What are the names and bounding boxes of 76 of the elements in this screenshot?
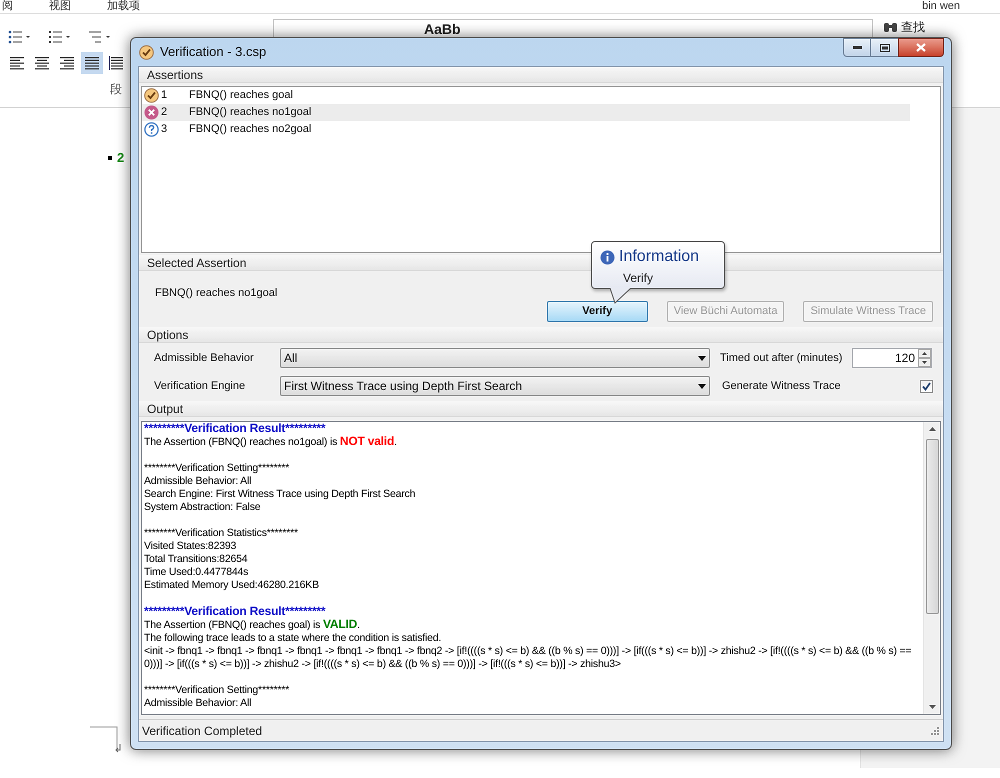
witness-checkbox[interactable]: [920, 380, 933, 392]
output-line: Admissible Behavior: All: [144, 475, 252, 488]
output-line: Time Used:0.4477844s: [144, 566, 248, 579]
output-line: ********Verification Statistics********: [144, 527, 298, 540]
vertical-scrollbar[interactable]: [923, 422, 940, 714]
tooltip-text: Verify: [622, 270, 654, 287]
minimize-button[interactable]: [843, 38, 871, 57]
verification-engine-dropdown[interactable]: First Witness Trace using Depth First Search: [280, 376, 710, 396]
spinner-arrows-icon[interactable]: [918, 349, 931, 367]
section-header: Options: [147, 328, 188, 340]
output-line: Estimated Memory Used:46280.216KB: [144, 579, 319, 592]
option-label: Verification Engine: [153, 378, 246, 394]
menu-tab[interactable]: 加载项: [107, 0, 140, 13]
group-label: 段: [110, 81, 122, 98]
tooltip-title: Information: [619, 247, 700, 267]
output-line: The following trace leads to a state where the condition is satisfied.: [144, 632, 442, 645]
check-circle-icon: [144, 88, 159, 103]
action-button[interactable]: Verify: [546, 301, 648, 322]
assertion-number: 1: [161, 88, 168, 104]
output-line: ********Verification Setting********: [144, 462, 290, 475]
section-header: Output: [147, 402, 184, 414]
output-heading: *********Verification Result*********: [144, 422, 326, 435]
option-label: Generate Witness Trace: [722, 378, 842, 394]
scrollbar-thumb[interactable]: [926, 439, 938, 614]
close-button[interactable]: [898, 38, 944, 57]
check-circle-icon: [139, 44, 154, 60]
selected-assertion-text: FBNQ() reaches no1goal: [155, 286, 278, 301]
bullet-mark: [108, 156, 112, 160]
close-icon: [916, 43, 926, 52]
status-text: Verification Completed: [142, 722, 264, 740]
output-heading: *********Verification Result*********: [144, 605, 326, 618]
output-line: ********Verification Setting********: [144, 684, 290, 697]
output-line: Admissible Behavior: All: [144, 697, 252, 710]
assertion-text: FBNQ() reaches no2goal: [189, 122, 312, 138]
align-lines-icon: [59, 56, 75, 70]
output-line: <init -> fbnq1 -> fbnq1 -> fbnq1 -> fbnq1 -> fbnq1 -> fbnq1 -> fbnq2 -> [if!((((s * s) <= b) && ((b % s) == 0)))] -> [if(((s * s) <= b))] -> zhishu2 -> [if!((((s * s) <= b) && ((b % s) == 0)))] -> [if(((s * s) <= b))] -> zhishu2 -> [if!((((s * s) <= b) && ((b % s) == 0)))] -> [if!(((s * s) <= b))] -> zhishu3>: [144, 645, 912, 671]
menu-tab[interactable]: 阅: [2, 0, 13, 13]
assertion-text: FBNQ() reaches no1goal: [189, 105, 312, 120]
style-preview[interactable]: AaBb: [424, 20, 461, 37]
maximize-icon: [880, 44, 890, 52]
output-line: Total Transitions:82654: [144, 553, 248, 566]
assertion-row[interactable]: 2 FBNQ() reaches no1goal: [142, 104, 910, 121]
maximize-button[interactable]: [871, 38, 898, 57]
output-line: Search Engine: First Witness Trace using Depth First Search: [144, 488, 416, 501]
question-circle-icon: [144, 122, 159, 137]
align-button[interactable]: [81, 52, 103, 74]
timeout-spinbox[interactable]: 120: [852, 348, 932, 368]
output-line: The Assertion (FBNQ() reaches no1goal) is NOT valid.: [144, 435, 397, 449]
cross-circle-icon: [144, 105, 159, 120]
menu-tab[interactable]: 视图: [49, 0, 71, 13]
minimize-icon: [852, 46, 862, 49]
assertion-number: 2: [161, 105, 168, 120]
section-header: Selected Assertion: [147, 256, 246, 268]
info-icon: [600, 250, 615, 264]
align-lines-icon: [34, 56, 50, 70]
assertion-row[interactable]: 3 FBNQ() reaches no2goal: [142, 121, 910, 138]
option-label: Admissible Behavior: [153, 350, 255, 366]
dropdown-arrow-icon: [698, 356, 706, 360]
assertion-row[interactable]: 1 FBNQ() reaches goal: [142, 87, 910, 104]
output-line: System Abstraction: False: [144, 501, 260, 514]
dropdown-arrow-icon: [698, 384, 706, 388]
align-lines-icon: [9, 56, 25, 70]
option-label: Timed out after (minutes): [720, 350, 844, 366]
list-number: 2: [117, 149, 124, 167]
user-name[interactable]: bin wen: [922, 0, 960, 13]
resize-grip-icon[interactable]: [929, 725, 940, 736]
find-button[interactable]: 查找: [901, 21, 925, 34]
window-title: Verification - 3.csp: [160, 43, 266, 62]
assertion-number: 3: [161, 122, 168, 138]
output-line: The Assertion (FBNQ() reaches goal) is VALID.: [144, 618, 360, 632]
section-header: Assertions: [147, 68, 204, 80]
assertion-text: FBNQ() reaches goal: [189, 88, 293, 104]
align-lines-icon: [109, 56, 125, 70]
output-line: Visited States:82393: [144, 540, 236, 553]
admissible-behavior-dropdown[interactable]: All: [280, 348, 710, 368]
align-lines-icon: [84, 56, 100, 70]
